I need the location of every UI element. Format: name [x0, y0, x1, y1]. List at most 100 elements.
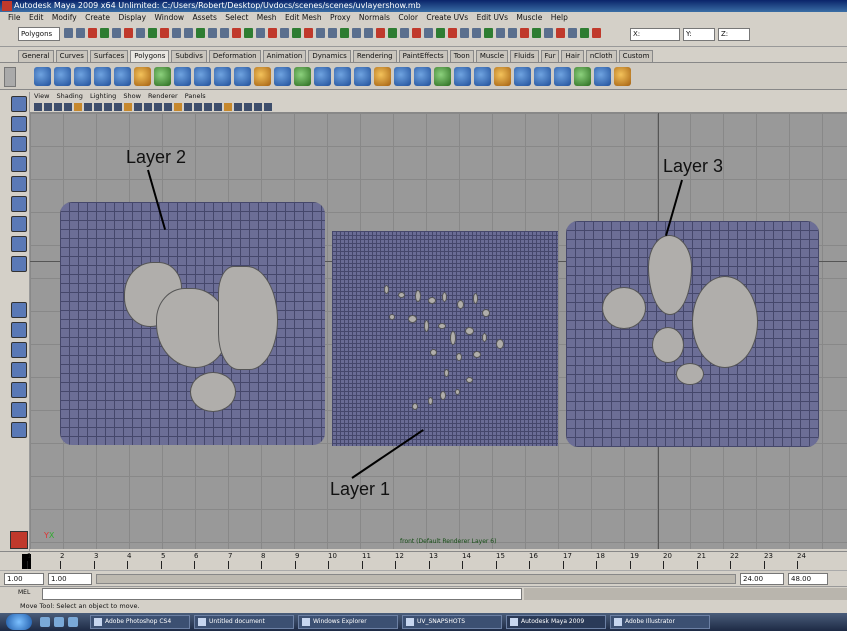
combine-icon[interactable] — [154, 67, 171, 86]
uv-layers-icon[interactable] — [614, 67, 631, 86]
layout-shelf-icon[interactable] — [11, 422, 27, 438]
animation-end-field[interactable]: 48.00 — [788, 573, 828, 585]
grid-toggle-icon[interactable] — [74, 103, 82, 111]
safe-action-icon[interactable] — [124, 103, 132, 111]
taskbar-button[interactable]: Adobe Photoshop CS4 — [90, 615, 190, 629]
soft-mod-tool-icon[interactable] — [11, 236, 27, 252]
toggle-icon[interactable] — [532, 28, 541, 38]
tab-muscle[interactable]: Muscle — [475, 50, 509, 62]
side-by-side-layout-icon[interactable] — [11, 342, 27, 358]
menu-file[interactable]: File — [8, 13, 21, 22]
toggle-icon[interactable] — [484, 28, 493, 38]
poly-cylinder-icon[interactable] — [74, 67, 91, 86]
points-icon[interactable] — [184, 103, 192, 111]
outliner-layout-icon[interactable] — [11, 402, 27, 418]
menu-edit-uvs[interactable]: Edit UVs — [477, 13, 508, 22]
select-component-icon[interactable] — [124, 28, 133, 38]
poly-cone-icon[interactable] — [94, 67, 111, 86]
show-desktop-icon[interactable] — [40, 617, 50, 627]
tab-polygons[interactable]: Polygons — [130, 50, 170, 62]
history-icon[interactable] — [268, 28, 277, 38]
menu-create[interactable]: Create — [85, 13, 110, 22]
tab-painteffects[interactable]: PaintEffects — [398, 50, 448, 62]
playback-end-field[interactable]: 24.00 — [740, 573, 784, 585]
tab-toon[interactable]: Toon — [449, 50, 474, 62]
sculpt-icon[interactable] — [454, 67, 471, 86]
paint-select-tool-icon[interactable] — [11, 136, 27, 152]
tab-fur[interactable]: Fur — [540, 50, 560, 62]
rotate-tool-icon[interactable] — [11, 176, 27, 192]
taskbar-button[interactable]: UV_SNAPSHOTS — [402, 615, 502, 629]
taskbar-button-active[interactable]: Autodesk Maya 2009 — [506, 615, 606, 629]
bevel-icon[interactable] — [314, 67, 331, 86]
poly-sphere-icon[interactable] — [34, 67, 51, 86]
shelf-menu-icon[interactable] — [4, 67, 16, 87]
command-input[interactable] — [42, 588, 522, 600]
toggle-icon[interactable] — [580, 28, 589, 38]
select-tool-icon[interactable] — [11, 96, 27, 112]
panel-menu-show[interactable]: Show — [123, 92, 141, 100]
uv-layer-2-patch[interactable] — [60, 202, 325, 445]
menu-set-dropdown[interactable]: Polygons — [18, 27, 60, 41]
flat-shade-icon[interactable] — [164, 103, 172, 111]
tab-general[interactable]: General — [18, 50, 54, 62]
image-plane-icon[interactable] — [64, 103, 72, 111]
menu-muscle[interactable]: Muscle — [516, 13, 542, 22]
tab-animation[interactable]: Animation — [262, 50, 307, 62]
soften-edge-icon[interactable] — [474, 67, 491, 86]
smooth-icon[interactable] — [194, 67, 211, 86]
toggle-icon[interactable] — [436, 28, 445, 38]
menu-normals[interactable]: Normals — [359, 13, 390, 22]
tab-rendering[interactable]: Rendering — [352, 50, 397, 62]
browser-icon[interactable] — [54, 617, 64, 627]
command-language-label[interactable]: MEL — [18, 589, 30, 596]
mask-icon[interactable] — [160, 28, 169, 38]
z-input-field[interactable]: Z: — [718, 28, 750, 41]
tab-surfaces[interactable]: Surfaces — [89, 50, 129, 62]
toggle-icon[interactable] — [556, 28, 565, 38]
high-quality-icon[interactable] — [254, 103, 262, 111]
spherical-map-icon[interactable] — [394, 67, 411, 86]
uv-layer-1-patch[interactable] — [332, 231, 558, 446]
menu-create-uvs[interactable]: Create UVs — [426, 13, 468, 22]
panel-menu-lighting[interactable]: Lighting — [90, 92, 116, 100]
toggle-icon[interactable] — [508, 28, 517, 38]
manipulator-tool-icon[interactable] — [11, 216, 27, 232]
toggle-icon[interactable] — [472, 28, 481, 38]
mask-icon[interactable] — [148, 28, 157, 38]
poly-plane-icon[interactable] — [114, 67, 131, 86]
snap-curve-icon[interactable] — [220, 28, 229, 38]
snap-plane-icon[interactable] — [244, 28, 253, 38]
isolate-select-icon[interactable] — [244, 103, 252, 111]
toggle-icon[interactable] — [568, 28, 577, 38]
last-tool-icon[interactable] — [11, 256, 27, 272]
toggle-tools-icon[interactable] — [10, 531, 28, 549]
uv-sets-icon[interactable] — [594, 67, 611, 86]
toggle-icon[interactable] — [340, 28, 349, 38]
tab-deformation[interactable]: Deformation — [208, 50, 261, 62]
animation-start-field[interactable]: 1.00 — [4, 573, 44, 585]
toggle-icon[interactable] — [592, 28, 601, 38]
hypershade-layout-icon[interactable] — [11, 382, 27, 398]
bookmark-icon[interactable] — [54, 103, 62, 111]
toggle-icon[interactable] — [328, 28, 337, 38]
mask-icon[interactable] — [136, 28, 145, 38]
mask-icon[interactable] — [172, 28, 181, 38]
move-tool-icon[interactable] — [11, 156, 27, 172]
auto-map-icon[interactable] — [414, 67, 431, 86]
resolution-gate-icon[interactable] — [94, 103, 102, 111]
panel-menu-renderer[interactable]: Renderer — [148, 92, 178, 100]
panel-menu-view[interactable]: View — [34, 92, 49, 100]
poly-cube-icon[interactable] — [54, 67, 71, 86]
taskbar-button[interactable]: Windows Explorer — [298, 615, 398, 629]
start-button[interactable] — [6, 614, 32, 630]
split-icon[interactable] — [294, 67, 311, 86]
tab-fluids[interactable]: Fluids — [510, 50, 539, 62]
reduce-icon[interactable] — [214, 67, 231, 86]
tab-custom[interactable]: Custom — [618, 50, 654, 62]
taskbar-button[interactable]: Untitled document — [194, 615, 294, 629]
separate-icon[interactable] — [174, 67, 191, 86]
uv-layer-3-patch[interactable] — [566, 221, 819, 447]
toggle-icon[interactable] — [520, 28, 529, 38]
toggle-icon[interactable] — [388, 28, 397, 38]
